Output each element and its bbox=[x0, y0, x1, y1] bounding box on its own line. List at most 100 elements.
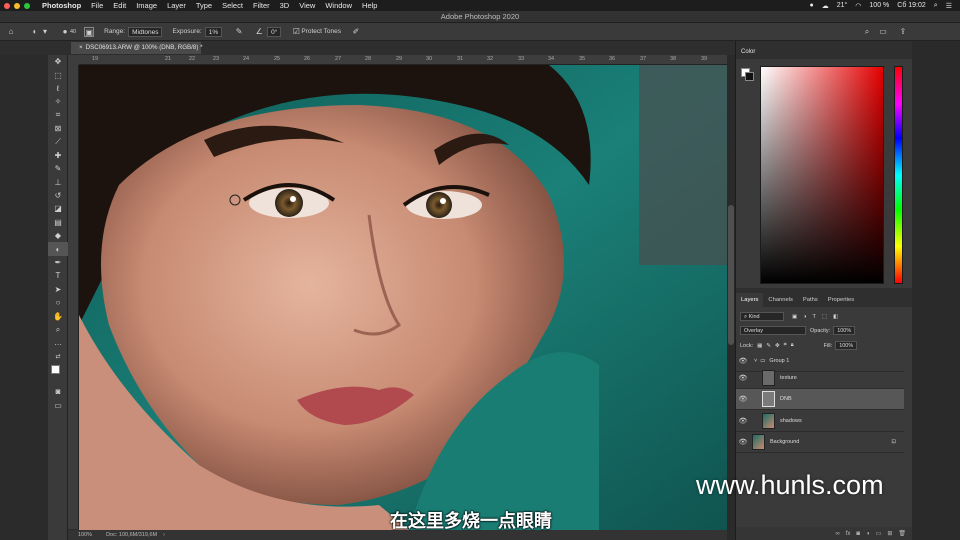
crop-icon[interactable]: ⌗ bbox=[48, 109, 68, 122]
shape-icon[interactable]: ○ bbox=[48, 296, 68, 309]
lock-transparent-icon[interactable]: ▦ bbox=[757, 343, 762, 349]
horizontal-ruler[interactable]: 19 21 22 23 24 25 26 27 28 29 30 31 32 3… bbox=[79, 55, 727, 65]
frame-icon[interactable]: ⊠ bbox=[48, 122, 68, 135]
menu-help[interactable]: Help bbox=[362, 1, 377, 10]
layer-kind-filter[interactable]: ⌕ Kind bbox=[740, 312, 784, 321]
zoom-window-dot[interactable] bbox=[24, 2, 30, 9]
pen-icon[interactable]: ✒ bbox=[48, 256, 68, 269]
chevron-down-icon[interactable]: ▾ bbox=[40, 27, 50, 37]
new-group-icon[interactable]: ▭ bbox=[876, 530, 882, 537]
fill-input[interactable]: 100% bbox=[835, 341, 858, 350]
app-menu[interactable]: Photoshop bbox=[42, 1, 81, 10]
hand-icon[interactable]: ✋ bbox=[48, 309, 68, 322]
search-icon[interactable]: ⌕ bbox=[862, 27, 872, 37]
new-layer-icon[interactable]: ⊞ bbox=[887, 530, 892, 537]
more-tools-icon[interactable]: … bbox=[48, 336, 68, 349]
share-icon[interactable]: ⇪ bbox=[898, 27, 908, 37]
swap-colors-icon[interactable]: ⇄ bbox=[48, 350, 68, 363]
tab-layers[interactable]: Layers bbox=[736, 293, 764, 307]
exposure-input[interactable]: 1% bbox=[204, 26, 223, 37]
eraser-icon[interactable]: ◪ bbox=[48, 202, 68, 215]
status-arrow-icon[interactable]: › bbox=[163, 532, 165, 538]
link-layers-icon[interactable]: ∞ bbox=[835, 531, 839, 537]
layer-row-texture[interactable]: 👁︎ texture bbox=[736, 368, 904, 389]
tab-channels[interactable]: Channels bbox=[763, 293, 798, 307]
history-brush-icon[interactable]: ↺ bbox=[48, 189, 68, 202]
zoom-level[interactable]: 100% bbox=[78, 532, 92, 538]
weather-temp[interactable]: 21° bbox=[837, 2, 848, 9]
menu-edit[interactable]: Edit bbox=[113, 1, 126, 10]
lock-pixels-icon[interactable]: ✎ bbox=[766, 343, 771, 349]
layer-row-background[interactable]: 👁︎ Background ⊡ bbox=[736, 432, 904, 453]
layer-row-dnb[interactable]: 👁︎ DNB bbox=[736, 389, 904, 410]
menu-layer[interactable]: Layer bbox=[167, 1, 186, 10]
quick-mask-icon[interactable]: ◙ bbox=[48, 385, 68, 398]
expand-chevron-icon[interactable]: ˅ bbox=[754, 358, 757, 364]
brush-preset-picker[interactable]: ● 40 bbox=[60, 27, 77, 37]
menu-list-icon[interactable]: ☰ bbox=[946, 2, 952, 10]
document-tab[interactable]: × DSC06913.ARW @ 100% (DNB, RGB/8) * bbox=[71, 42, 203, 54]
color-swatches[interactable] bbox=[48, 363, 68, 381]
tab-paths[interactable]: Paths bbox=[798, 293, 823, 307]
color-panel-title[interactable]: Color bbox=[736, 46, 912, 59]
scrollbar-thumb[interactable] bbox=[728, 205, 734, 345]
visibility-eye-icon[interactable]: 👁︎ bbox=[736, 374, 750, 382]
zoom-icon[interactable]: ⌕ bbox=[48, 323, 68, 336]
menu-file[interactable]: File bbox=[91, 1, 103, 10]
cloud-icon[interactable]: ☁ bbox=[822, 2, 829, 10]
move-icon[interactable]: ✥ bbox=[48, 55, 68, 68]
document-canvas[interactable] bbox=[79, 65, 727, 530]
protect-tones-checkbox[interactable]: ☑ Protect Tones bbox=[291, 27, 341, 37]
foreground-swatch[interactable] bbox=[51, 364, 60, 374]
menu-filter[interactable]: Filter bbox=[253, 1, 270, 10]
healing-icon[interactable]: ✚ bbox=[48, 149, 68, 162]
blend-mode-select[interactable]: Overlay bbox=[740, 326, 806, 335]
wifi-icon[interactable]: ◠ bbox=[855, 2, 861, 10]
gradient-icon[interactable]: ▤ bbox=[48, 216, 68, 229]
brush-settings-icon[interactable]: ▣ bbox=[84, 26, 95, 37]
brush-icon[interactable]: ✎ bbox=[48, 162, 68, 175]
layer-row-shadows[interactable]: 👁︎ shadows bbox=[736, 411, 904, 432]
visibility-eye-icon[interactable]: 👁︎ bbox=[736, 438, 750, 446]
visibility-eye-icon[interactable]: 👁︎ bbox=[736, 417, 750, 425]
lock-position-icon[interactable]: ✥ bbox=[775, 343, 780, 349]
blur-icon[interactable]: ◆ bbox=[48, 229, 68, 242]
menu-window[interactable]: Window bbox=[325, 1, 352, 10]
clock[interactable]: Сб 19:02 bbox=[897, 2, 926, 9]
canvas-vertical-scrollbar[interactable] bbox=[727, 55, 735, 530]
eyedropper-icon[interactable]: ⟋ bbox=[48, 135, 68, 148]
pressure-size-icon[interactable]: ✐ bbox=[351, 27, 361, 37]
lasso-icon[interactable]: ℓ bbox=[48, 82, 68, 95]
opacity-input[interactable]: 100% bbox=[833, 326, 856, 335]
filter-type-icon[interactable]: T bbox=[813, 314, 816, 320]
visibility-eye-icon[interactable]: 👁︎ bbox=[736, 357, 750, 365]
battery-level[interactable]: 100 % bbox=[869, 2, 889, 9]
type-icon[interactable]: T bbox=[48, 269, 68, 282]
clone-stamp-icon[interactable]: ⊥ bbox=[48, 176, 68, 189]
menu-image[interactable]: Image bbox=[136, 1, 157, 10]
home-icon[interactable]: ⌂ bbox=[6, 27, 16, 37]
doc-size[interactable]: Doc: 100,6M/319,6M bbox=[106, 532, 157, 538]
vertical-ruler[interactable] bbox=[68, 65, 79, 529]
close-tab-icon[interactable]: × bbox=[79, 44, 83, 51]
filter-smart-icon[interactable]: ◧ bbox=[833, 314, 838, 320]
close-window-dot[interactable] bbox=[4, 2, 10, 9]
workspace-icon[interactable]: ▭ bbox=[878, 27, 888, 37]
filter-pixel-icon[interactable]: ▣ bbox=[792, 314, 797, 320]
quick-select-icon[interactable]: ✧ bbox=[48, 95, 68, 108]
tab-properties[interactable]: Properties bbox=[823, 293, 859, 307]
fx-icon[interactable]: fx bbox=[846, 531, 851, 537]
dodge-burn-tool-icon[interactable]: ◐ bbox=[30, 27, 40, 37]
menu-view[interactable]: View bbox=[299, 1, 315, 10]
airbrush-icon[interactable]: ✎ bbox=[234, 27, 244, 37]
marquee-icon[interactable]: ⬚ bbox=[48, 68, 68, 81]
search-icon[interactable]: ⌕ bbox=[934, 2, 938, 10]
filter-adjustment-icon[interactable]: ◑ bbox=[803, 314, 806, 320]
hue-slider[interactable] bbox=[894, 66, 903, 284]
visibility-eye-icon[interactable]: 👁︎ bbox=[736, 395, 750, 403]
color-saturation-field[interactable] bbox=[760, 66, 884, 284]
lock-all-icon[interactable]: 🔒︎ bbox=[791, 342, 794, 349]
trash-icon[interactable]: 🗑︎ bbox=[898, 530, 906, 537]
filter-shape-icon[interactable]: ⬚ bbox=[822, 314, 827, 320]
minimize-window-dot[interactable] bbox=[14, 2, 20, 9]
